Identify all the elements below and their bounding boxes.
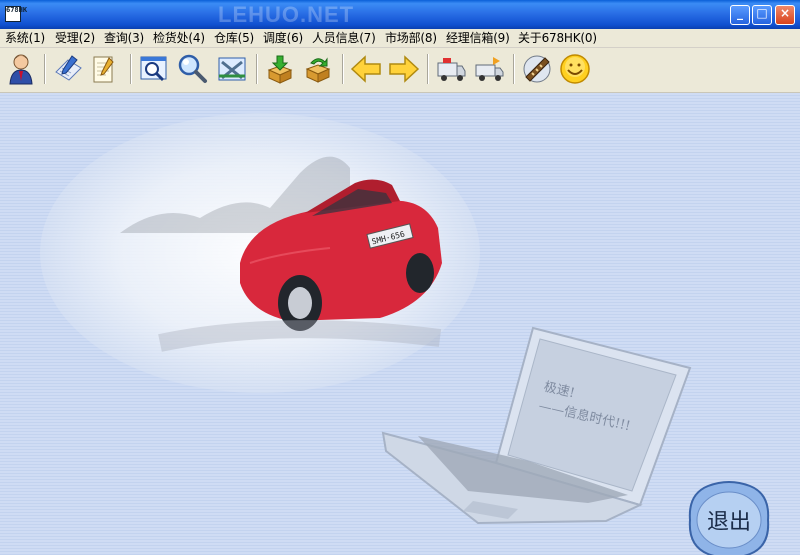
menu-accept[interactable]: 受理(2): [55, 30, 95, 46]
magnifier-button[interactable]: [175, 52, 209, 86]
edit-form-button[interactable]: [51, 52, 85, 86]
title-watermark: LEHUO.NET: [218, 2, 355, 27]
toolbar: [0, 48, 800, 93]
magnifier-icon: [178, 54, 207, 83]
tools-window-button[interactable]: [215, 52, 249, 86]
download-box-button[interactable]: [263, 52, 297, 86]
maximize-button[interactable]: □: [752, 5, 772, 25]
main-desktop: SMH·656 极速! ——信息时代!!! 退出: [0, 93, 800, 555]
forward-button[interactable]: [387, 52, 421, 86]
arrow-right-icon: [389, 55, 420, 83]
menu-about[interactable]: 关于678HK(0): [518, 30, 597, 46]
smiley-icon: [560, 54, 590, 84]
truck-button[interactable]: [434, 52, 468, 86]
search-window-button[interactable]: [137, 52, 171, 86]
notepad-icon: [93, 56, 114, 83]
toolbar-separator: [130, 54, 132, 84]
menu-warehouse[interactable]: 仓库(5): [214, 30, 254, 46]
menu-personnel[interactable]: 人员信息(7): [312, 30, 376, 46]
toolbar-separator: [513, 54, 515, 84]
menu-marketing[interactable]: 市场部(8): [385, 30, 437, 46]
edit-form-icon: [55, 55, 82, 81]
download-box-icon: [267, 55, 293, 84]
back-button[interactable]: [349, 52, 383, 86]
smiley-button[interactable]: [558, 52, 592, 86]
toolbar-separator: [256, 54, 258, 84]
title-bar: 678HK LEHUO.NET _ □ ×: [0, 0, 800, 29]
notepad-button[interactable]: [86, 52, 120, 86]
laptop-illustration: [381, 326, 692, 525]
refresh-box-icon: [305, 57, 331, 83]
app-icon: 678HK: [5, 6, 27, 22]
truck-return-icon: [475, 57, 504, 81]
toolbar-separator: [342, 54, 344, 84]
toolbar-separator: [44, 54, 46, 84]
menu-dispatch[interactable]: 调度(6): [263, 30, 303, 46]
user-button[interactable]: [4, 52, 38, 86]
exit-button[interactable]: 退出: [686, 480, 772, 555]
menu-manager-mailbox[interactable]: 经理信箱(9): [446, 30, 510, 46]
tools-window-icon: [218, 57, 246, 81]
search-window-icon: [140, 56, 167, 82]
minimize-button[interactable]: _: [730, 5, 750, 25]
user-icon: [9, 54, 33, 85]
menu-system[interactable]: 系统(1): [5, 30, 45, 46]
film-button[interactable]: [520, 52, 554, 86]
arrow-left-icon: [350, 55, 381, 83]
exit-button-label: 退出: [706, 510, 751, 535]
menu-query[interactable]: 查询(3): [104, 30, 144, 46]
truck-return-button[interactable]: [472, 52, 506, 86]
toolbar-separator: [427, 54, 429, 84]
truck-icon: [437, 58, 466, 81]
film-icon: [523, 55, 551, 83]
menu-bar: 系统(1) 受理(2) 查询(3) 检货处(4) 仓库(5) 调度(6) 人员信…: [0, 29, 800, 48]
close-button[interactable]: ×: [775, 5, 795, 25]
menu-inspection[interactable]: 检货处(4): [153, 30, 205, 46]
refresh-box-button[interactable]: [301, 52, 335, 86]
